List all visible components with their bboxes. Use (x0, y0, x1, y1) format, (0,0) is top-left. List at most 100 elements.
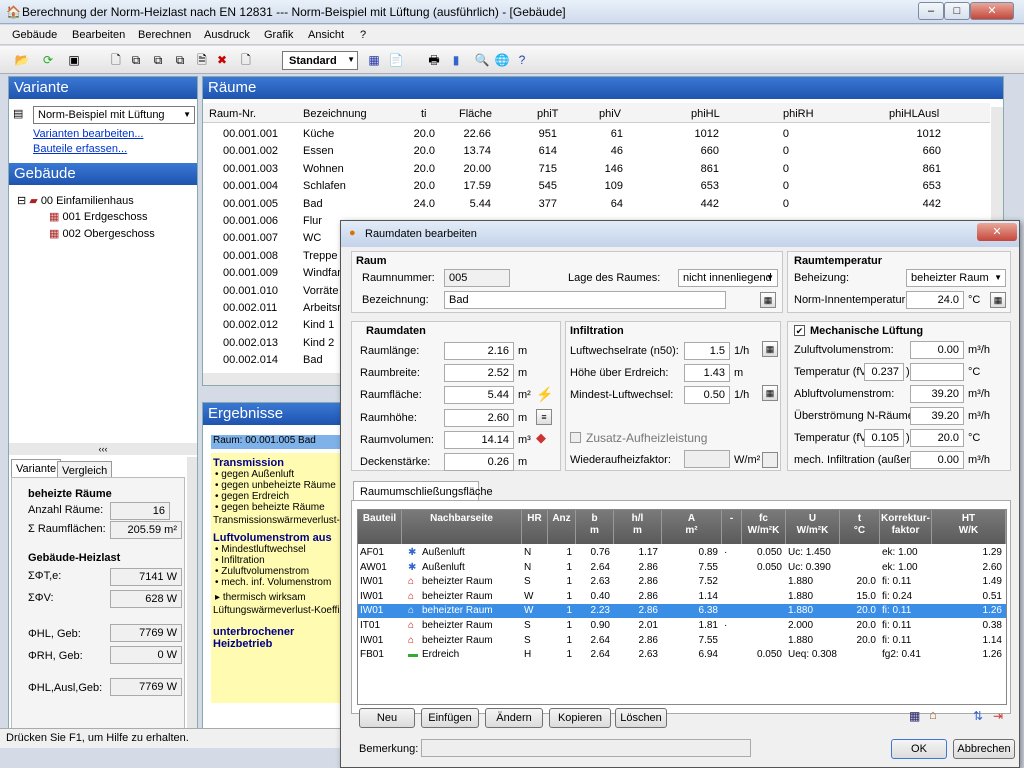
close-button[interactable]: ✕ (970, 2, 1014, 20)
beheizung-select[interactable]: beheizter Raum ▼ (906, 269, 1006, 287)
grid-col-header[interactable]: Am² (662, 510, 722, 544)
col-flaeche[interactable]: Fläche (459, 105, 492, 123)
dialog-close-button[interactable]: ✕ (977, 223, 1017, 241)
grid-col-header[interactable]: Nachbarseite (402, 510, 522, 544)
col-phihl[interactable]: phiHL (691, 105, 720, 123)
paste-icon[interactable]: ⧉ (172, 52, 188, 68)
ok-button[interactable]: OK (891, 739, 947, 759)
infil-field[interactable]: 1.5 (684, 342, 730, 360)
copy-icon[interactable]: ⧉ (128, 52, 144, 68)
maximize-button[interactable]: □ (944, 2, 970, 20)
grid-row[interactable]: IT01 ⌂ beheizter Raum S 1 0.90 2.01 1.81 · 2.000 2… (358, 619, 1006, 633)
new-doc-icon[interactable]: 🗋 (108, 52, 124, 68)
tab-umschliessung[interactable]: Raumumschließungsfläche (353, 481, 493, 501)
calculate-icon[interactable]: ▦ (366, 52, 382, 68)
raumnummer-field[interactable]: 005 (444, 269, 510, 287)
table-icon[interactable]: ▦ (909, 709, 920, 723)
mech-field[interactable] (910, 363, 964, 381)
zusatz-checkbox[interactable] (570, 432, 581, 443)
menu-ausdruck[interactable]: Ausdruck (204, 29, 250, 41)
new-button[interactable]: Neu (359, 708, 415, 728)
l-item[interactable]: • mech. inf. Volumenstrom (215, 577, 345, 588)
grid-col-header[interactable]: fc W/m²K (742, 510, 786, 544)
grid-row[interactable]: AW01 ✱ Außenluft N 1 2.64 2.86 7.55 0.050 Uc: 0.3… (358, 561, 1006, 575)
calendar-icon[interactable]: ▦ (760, 292, 776, 308)
grid-col-header[interactable]: Korrektur-faktor (880, 510, 932, 544)
image-icon[interactable]: ▣ (66, 52, 82, 68)
doc-icon[interactable]: 🗋 (238, 52, 254, 68)
delete-button[interactable]: Löschen (615, 708, 667, 728)
wieder-icon[interactable] (762, 452, 778, 468)
col-bezeichnung[interactable]: Bezeichnung (303, 105, 367, 123)
col-phihlausl[interactable]: phiHLAusl (889, 105, 939, 123)
chart-icon[interactable]: ▮ (448, 52, 464, 68)
infil-field[interactable]: 1.43 (684, 364, 730, 382)
raumdaten-field[interactable]: 2.60 (444, 408, 514, 427)
grid-row[interactable]: IW01 ⌂ beheizter Raum S 1 2.64 2.86 7.55 1.880 20… (358, 634, 1006, 648)
raumdaten-field[interactable]: 0.26 (444, 453, 514, 471)
col-raum-nr[interactable]: Raum-Nr. (209, 105, 256, 123)
calendar-icon[interactable]: ▦ (762, 341, 778, 357)
minimize-button[interactable]: – (918, 2, 944, 20)
t-item[interactable]: • gegen Außenluft (215, 469, 345, 480)
print-icon[interactable]: 🖶 (426, 52, 442, 68)
col-phiv[interactable]: phiV (599, 105, 621, 123)
insert-button[interactable]: Einfügen (421, 708, 479, 728)
delete-icon[interactable]: ✖ (214, 52, 230, 68)
components-link[interactable]: Bauteile erfassen... (33, 143, 127, 155)
menu-berechnen[interactable]: Berechnen (138, 29, 191, 41)
view-combo[interactable]: Standard ▼ (282, 51, 358, 70)
grid-col-header[interactable]: Anz (548, 510, 576, 544)
area-calc-icon[interactable]: ⚡ (536, 386, 553, 403)
menu-help[interactable]: ? (360, 29, 366, 41)
tree-root[interactable]: ⊟ ▰ 00 Einfamilienhaus (17, 194, 134, 207)
edit-doc-icon[interactable]: 🗎 (194, 52, 210, 68)
mech-field[interactable]: 39.20 (910, 407, 964, 425)
table-row[interactable]: 00.001.002 Essen 20.0 13.74 614 46 660 0 660 (203, 142, 990, 159)
l-item[interactable]: • Mindestluftwechsel (215, 544, 345, 555)
mech-field[interactable]: 20.0 (910, 429, 964, 447)
t-item[interactable]: • gegen unbeheizte Räume (215, 480, 345, 491)
copy-button[interactable]: Kopieren (549, 708, 611, 728)
table-row[interactable]: 00.001.003 Wohnen 20.0 20.00 715 146 861 0 861 (203, 160, 990, 177)
menu-gebaeude[interactable]: Gebäude (12, 29, 57, 41)
stats-scrollbar[interactable] (187, 457, 197, 747)
t-item[interactable]: • gegen Erdreich (215, 491, 345, 502)
col-phirh[interactable]: phiRH (783, 105, 814, 123)
raumdaten-field[interactable]: 2.16 (444, 342, 514, 360)
variants-edit-link[interactable]: Varianten bearbeiten... (33, 128, 143, 140)
height-icon[interactable]: ≡ (536, 409, 552, 425)
innentemp-field[interactable]: 24.0 (906, 291, 964, 309)
home-icon[interactable]: ⌂ (929, 707, 937, 722)
grid-row[interactable]: AF01 ✱ Außenluft N 1 0.76 1.17 0.89 · 0.050 Uc: 1.… (358, 546, 1006, 560)
globe-icon[interactable]: 🌐 (494, 52, 510, 68)
grid-col-header[interactable]: Bauteil (358, 510, 402, 544)
menu-grafik[interactable]: Grafik (264, 29, 293, 41)
grid-col-header[interactable]: U W/m²K (786, 510, 840, 544)
grid-col-header[interactable]: HT W/K (932, 510, 1006, 544)
report-icon[interactable]: 📄 (388, 52, 404, 68)
mech-field[interactable]: 0.00 (910, 451, 964, 469)
tab-variante[interactable]: Variante (11, 459, 62, 478)
t-item[interactable]: • gegen beheizte Räume (215, 502, 345, 513)
bemerkung-field[interactable] (421, 739, 751, 757)
grid-row[interactable]: IW01 ⌂ beheizter Raum W 1 2.23 2.86 6.38 1.880 20… (358, 604, 1006, 619)
mech-f-field[interactable]: 0.105 (864, 429, 904, 447)
grid-row[interactable]: IW01 ⌂ beheizter Raum S 1 2.63 2.86 7.52 1.880 20… (358, 575, 1006, 589)
cancel-button[interactable]: Abbrechen (953, 739, 1015, 759)
raumdaten-field[interactable]: 2.52 (444, 364, 514, 383)
search-icon[interactable]: 🔍 (474, 52, 490, 68)
refresh-icon[interactable]: ⟳ (40, 52, 56, 68)
mech-checkbox[interactable]: ✔ (794, 325, 805, 336)
open-icon[interactable]: 📂 (14, 52, 30, 68)
grid-row[interactable]: FB01 ▬ Erdreich H 1 2.64 2.63 6.94 0.050 Ueq: 0.3… (358, 648, 1006, 662)
mech-field[interactable]: 39.20 (910, 385, 964, 403)
infil-field[interactable]: 0.50 (684, 386, 730, 404)
copy2-icon[interactable]: ⧉ (150, 52, 166, 68)
bezeichnung-field[interactable]: Bad (444, 291, 726, 309)
thermisch-item[interactable]: ▸ thermisch wirksam (215, 592, 345, 603)
grid-col-header[interactable]: h/l m (614, 510, 662, 544)
volume-icon[interactable]: ◆ (536, 430, 546, 446)
mech-f-field[interactable]: 0.237 (864, 363, 904, 381)
raumdaten-field[interactable]: 5.44 (444, 386, 514, 405)
